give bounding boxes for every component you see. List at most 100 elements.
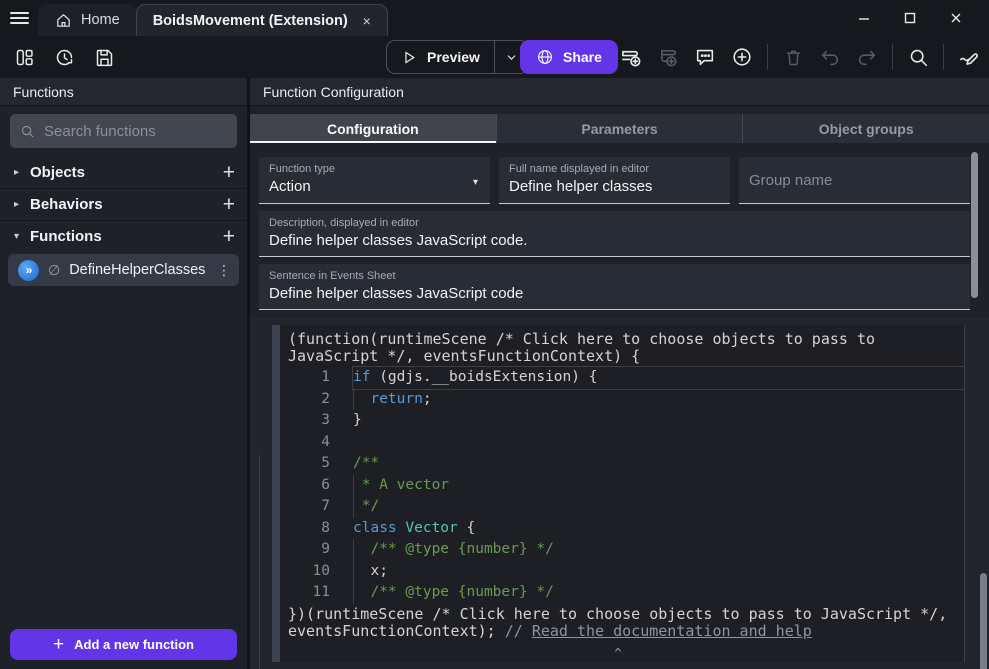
form-scrollbar[interactable] — [971, 152, 978, 298]
code-line[interactable]: 7 */ — [272, 496, 964, 518]
group-name-placeholder: Group name — [749, 172, 832, 189]
events-scrollbar[interactable] — [980, 573, 987, 669]
undo-icon[interactable] — [818, 45, 842, 69]
line-number: 8 — [272, 518, 330, 540]
javascript-event-section: (function(runtimeScene /* Click here to … — [250, 318, 989, 669]
tab-home[interactable]: Home — [38, 4, 136, 36]
share-label: Share — [563, 49, 602, 65]
line-number: 10 — [272, 561, 330, 583]
line-number: 4 — [272, 432, 330, 454]
code-line[interactable]: 10 x; — [272, 561, 964, 583]
layout-editors-icon[interactable] — [12, 45, 36, 69]
history-icon[interactable] — [52, 45, 76, 69]
form-row-1: Function type Action ▾ Full name display… — [259, 157, 970, 204]
full-name-label: Full name displayed in editor — [509, 163, 720, 175]
toolbar-left-group — [12, 36, 116, 78]
function-type-label: Function type — [269, 163, 480, 175]
preview-button[interactable]: Preview — [386, 40, 529, 74]
close-tab-icon[interactable]: × — [363, 13, 371, 29]
preview-label: Preview — [427, 49, 480, 65]
search-functions-box[interactable] — [10, 114, 237, 148]
window-controls — [841, 3, 979, 33]
tab-parameters[interactable]: Parameters — [496, 114, 743, 143]
code-line[interactable]: 4 — [272, 432, 964, 454]
plus-icon: + — [53, 634, 64, 656]
share-button[interactable]: Share — [520, 40, 618, 74]
configuration-form: Function type Action ▾ Full name display… — [259, 157, 970, 310]
home-icon — [54, 11, 72, 29]
tab-boidsmovement[interactable]: BoidsMovement (Extension) × — [136, 4, 388, 36]
titlebar: Home BoidsMovement (Extension) × — [0, 0, 989, 36]
add-event-icon[interactable] — [619, 45, 643, 69]
description-value: Define helper classes JavaScript code. — [269, 232, 960, 249]
tab-configuration[interactable]: Configuration — [250, 114, 496, 143]
maximize-button[interactable] — [887, 3, 933, 33]
code-line[interactable]: 5/** — [272, 453, 964, 475]
tree-section-functions[interactable]: ▾ Functions + — [0, 220, 247, 252]
gdevelop-window: Home BoidsMovement (Extension) × — [0, 0, 989, 669]
add-subevent-icon[interactable] — [656, 45, 680, 69]
chevron-right-icon: ▸ — [14, 199, 30, 210]
tree-section-objects[interactable]: ▸ Objects + — [0, 156, 247, 188]
code-wrapper-footer[interactable]: })(runtimeScene /* Click here to choose … — [272, 606, 964, 640]
line-number: 6 — [272, 475, 330, 497]
trash-icon[interactable] — [781, 45, 805, 69]
line-number: 7 — [272, 496, 330, 518]
search-functions-input[interactable] — [44, 123, 227, 140]
section-label: Objects — [30, 164, 85, 181]
code-line[interactable]: 3} — [272, 410, 964, 432]
sentence-value: Define helper classes JavaScript code — [269, 285, 960, 302]
code-line[interactable]: 11 /** @type {number} */ — [272, 582, 964, 604]
close-window-button[interactable] — [933, 3, 979, 33]
line-number: 3 — [272, 410, 330, 432]
add-new-function-button[interactable]: + Add a new function — [10, 629, 237, 660]
code-lines: 1if (gdjs.__boidsExtension) {2 return;3}… — [272, 367, 964, 604]
function-gear-icon: » — [18, 260, 39, 281]
redo-icon[interactable] — [855, 45, 879, 69]
functions-sidebar: Functions ▸ Objects + ▸ Behaviors + ▾ Fu… — [0, 78, 247, 669]
full-name-value: Define helper classes — [509, 178, 720, 195]
add-behavior-button[interactable]: + — [223, 194, 235, 215]
chevron-right-icon: ▸ — [14, 167, 30, 178]
comment-icon[interactable] — [693, 45, 717, 69]
description-field[interactable]: Description, displayed in editor Define … — [259, 211, 970, 257]
collapse-editor-button[interactable]: ^ — [272, 646, 964, 660]
tab-object-groups[interactable]: Object groups — [742, 114, 989, 143]
minimize-button[interactable] — [841, 3, 887, 33]
edit-extension-icon[interactable] — [957, 45, 981, 69]
save-icon[interactable] — [92, 45, 116, 69]
preview-button-main[interactable]: Preview — [387, 41, 494, 73]
code-wrapper-header[interactable]: (function(runtimeScene /* Click here to … — [272, 331, 964, 365]
line-number: 11 — [272, 582, 330, 604]
sidebar-header: Functions — [0, 78, 247, 106]
toolbar-right-group — [619, 36, 981, 78]
code-line[interactable]: 8class Vector { — [272, 518, 964, 540]
tree-section-behaviors[interactable]: ▸ Behaviors + — [0, 188, 247, 220]
group-name-field[interactable]: Group name — [739, 157, 970, 204]
add-function-plus-button[interactable]: + — [223, 226, 235, 247]
code-line[interactable]: 1if (gdjs.__boidsExtension) { — [272, 367, 964, 389]
code-line[interactable]: 2 return; — [272, 389, 964, 411]
description-label: Description, displayed in editor — [269, 217, 960, 229]
code-line[interactable]: 9 /** @type {number} */ — [272, 539, 964, 561]
search-icon — [20, 123, 35, 140]
search-icon[interactable] — [906, 45, 930, 69]
line-number: 2 — [272, 389, 330, 411]
function-item-definehelperclasses[interactable]: » ∅ DefineHelperClasses ⋮ — [8, 254, 239, 286]
section-label: Functions — [30, 228, 102, 245]
function-type-select[interactable]: Function type Action ▾ — [259, 157, 490, 204]
code-line[interactable]: 6 * A vector — [272, 475, 964, 497]
main-header: Function Configuration — [250, 78, 989, 106]
hamburger-menu-icon[interactable] — [0, 0, 38, 36]
toolbar: Preview Share — [0, 36, 989, 78]
full-name-field[interactable]: Full name displayed in editor Define hel… — [499, 157, 730, 204]
add-object-button[interactable]: + — [223, 162, 235, 183]
sentence-field[interactable]: Sentence in Events Sheet Define helper c… — [259, 264, 970, 310]
kebab-menu-icon[interactable]: ⋮ — [217, 262, 231, 279]
add-circle-icon[interactable] — [730, 45, 754, 69]
line-number: 9 — [272, 539, 330, 561]
javascript-code-editor[interactable]: (function(runtimeScene /* Click here to … — [272, 325, 965, 662]
toolbar-divider — [943, 44, 944, 70]
home-tab-label: Home — [81, 12, 120, 28]
dropdown-arrow-icon: ▾ — [473, 177, 478, 188]
